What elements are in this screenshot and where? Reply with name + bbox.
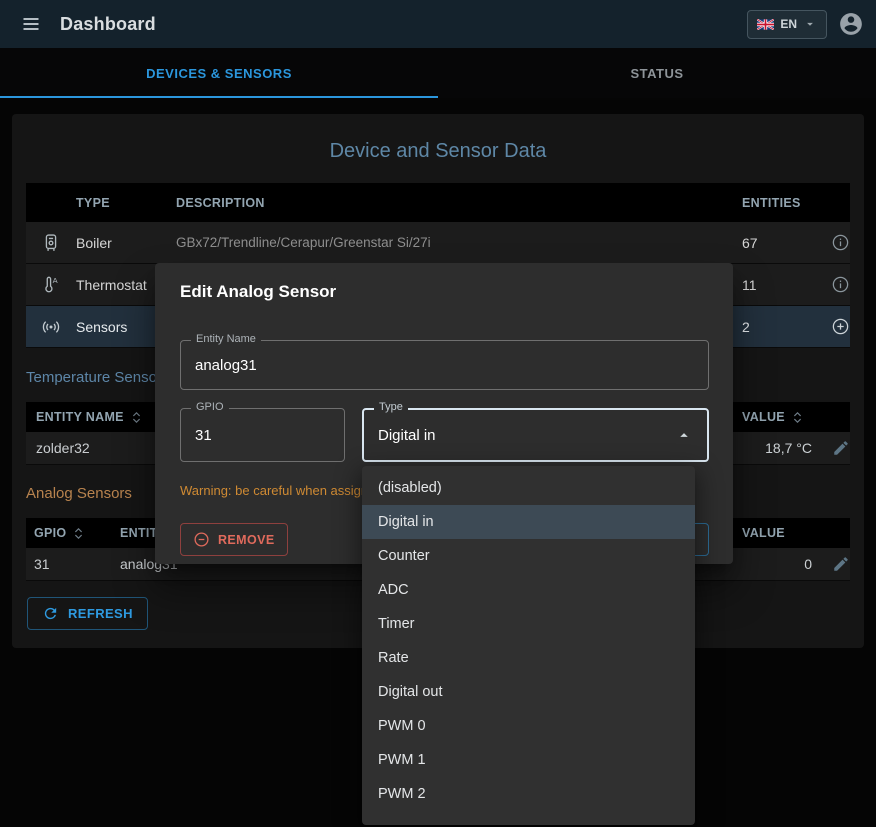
- sort-icon: [790, 410, 805, 425]
- chevron-up-icon: [675, 426, 693, 444]
- remove-button[interactable]: REMOVE: [180, 523, 288, 556]
- language-label: EN: [780, 17, 797, 31]
- refresh-icon: [42, 605, 59, 622]
- tab-status[interactable]: STATUS: [438, 48, 876, 98]
- menu-item-rate[interactable]: Rate: [362, 641, 695, 675]
- info-icon[interactable]: [812, 275, 850, 294]
- temperature-sensors-heading: Temperature Sensors: [26, 369, 169, 386]
- page-title: Dashboard: [60, 14, 156, 35]
- gpio-label: GPIO: [191, 401, 229, 413]
- type-label: Type: [374, 401, 408, 413]
- refresh-button[interactable]: REFRESH: [27, 597, 148, 630]
- user-avatar[interactable]: [838, 11, 864, 37]
- tab-bar: DEVICES & SENSORS STATUS: [0, 48, 876, 98]
- sort-icon: [129, 410, 144, 425]
- header-value[interactable]: VALUE: [742, 410, 812, 425]
- boiler-icon: [26, 233, 76, 253]
- menu-item-timer[interactable]: Timer: [362, 607, 695, 641]
- section-title: Device and Sensor Data: [12, 140, 864, 163]
- remove-circle-icon: [193, 531, 210, 548]
- sensors-icon: [26, 317, 76, 337]
- active-tab-indicator: [0, 96, 438, 98]
- gpio-value: 31: [195, 427, 212, 444]
- menu-item-pwm1[interactable]: PWM 1: [362, 743, 695, 777]
- device-entities-count: 2: [742, 319, 812, 335]
- add-sensor-icon[interactable]: [812, 317, 850, 336]
- menu-item-adc[interactable]: ADC: [362, 573, 695, 607]
- sort-icon: [71, 526, 86, 541]
- remove-label: REMOVE: [218, 533, 275, 547]
- header-description: DESCRIPTION: [176, 196, 742, 210]
- type-dropdown-menu: (disabled) Digital in Counter ADC Timer …: [362, 466, 695, 825]
- entity-name-label: Entity Name: [191, 333, 261, 345]
- menu-item-digital-out[interactable]: Digital out: [362, 675, 695, 709]
- type-value: Digital in: [378, 427, 436, 444]
- analog-gpio: 31: [26, 556, 120, 572]
- header-value[interactable]: VALUE: [742, 526, 812, 540]
- header-gpio[interactable]: GPIO: [26, 526, 120, 541]
- thermostat-icon: A: [26, 275, 76, 295]
- menu-item-disabled[interactable]: (disabled): [362, 471, 695, 505]
- tab-devices-label: DEVICES & SENSORS: [146, 66, 292, 81]
- dialog-title: Edit Analog Sensor: [155, 263, 733, 302]
- uk-flag-icon: [757, 19, 774, 30]
- device-entities-count: 67: [742, 235, 812, 251]
- language-selector[interactable]: EN: [747, 10, 827, 39]
- menu-button[interactable]: [12, 5, 50, 43]
- device-type: Boiler: [76, 235, 176, 251]
- device-description: GBx72/Trendline/Cerapur/Greenstar Si/27i: [176, 235, 742, 250]
- device-table-header: TYPE DESCRIPTION ENTITIES: [26, 183, 850, 222]
- menu-item-counter[interactable]: Counter: [362, 539, 695, 573]
- refresh-label: REFRESH: [68, 606, 133, 621]
- menu-item-pwm2[interactable]: PWM 2: [362, 777, 695, 811]
- sensor-value: 18,7 °C: [742, 440, 812, 456]
- table-row-boiler[interactable]: Boiler GBx72/Trendline/Cerapur/Greenstar…: [26, 222, 850, 264]
- analog-sensors-heading: Analog Sensors: [26, 485, 132, 502]
- screen: Dashboard EN: [0, 0, 876, 827]
- hamburger-icon: [21, 14, 41, 34]
- menu-item-pwm0[interactable]: PWM 0: [362, 709, 695, 743]
- header-type: TYPE: [76, 196, 176, 210]
- edit-icon[interactable]: [812, 439, 850, 457]
- analog-value: 0: [742, 556, 812, 572]
- type-select[interactable]: Type Digital in: [362, 408, 709, 462]
- entity-name-field[interactable]: Entity Name analog31: [180, 340, 709, 390]
- chevron-down-icon: [803, 17, 817, 31]
- gpio-field[interactable]: GPIO 31: [180, 408, 345, 462]
- header-entities: ENTITIES: [742, 196, 812, 210]
- tab-status-label: STATUS: [630, 66, 683, 81]
- app-bar: Dashboard EN: [0, 0, 876, 48]
- menu-item-digital-in[interactable]: Digital in: [362, 505, 695, 539]
- appbar-actions: EN: [747, 10, 864, 39]
- device-entities-count: 11: [742, 277, 812, 293]
- svg-text:A: A: [53, 275, 58, 284]
- info-icon[interactable]: [812, 233, 850, 252]
- tab-devices-sensors[interactable]: DEVICES & SENSORS: [0, 48, 438, 98]
- edit-icon[interactable]: [812, 555, 850, 573]
- entity-name-value: analog31: [195, 357, 257, 374]
